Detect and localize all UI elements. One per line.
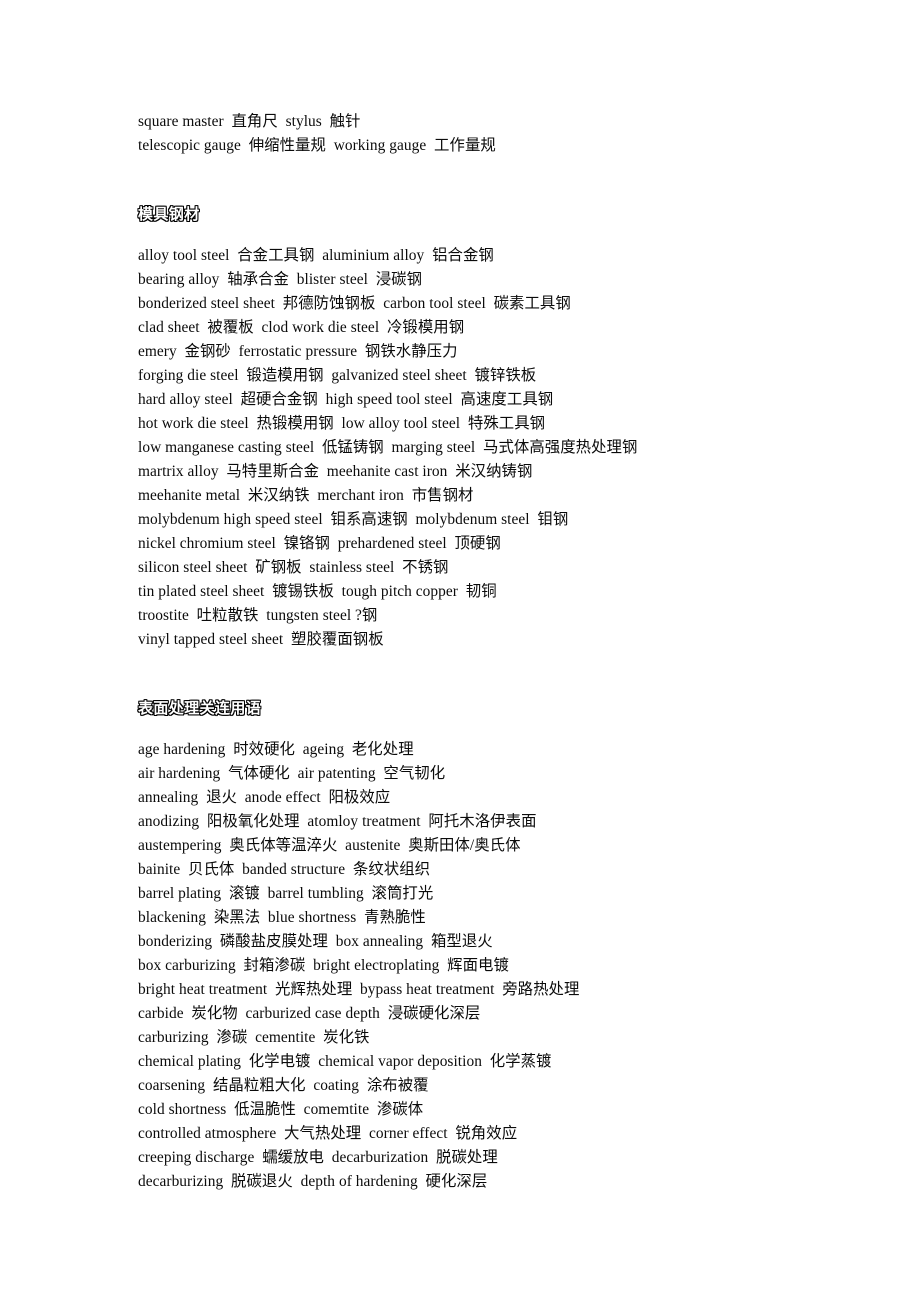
glossary-line: emery 金钢砂 ferrostatic pressure 钢铁水静压力 — [138, 343, 458, 360]
glossary-line: vinyl tapped steel sheet 塑胶覆面钢板 — [138, 631, 384, 648]
document-body: square master 直角尺 stylus 触针 telescopic g… — [137, 110, 838, 1194]
glossary-line: alloy tool steel 合金工具钢 aluminium alloy 铝… — [138, 247, 494, 264]
glossary-line: carburizing 渗碳 cementite 炭化铁 — [138, 1029, 370, 1046]
glossary-line: tin plated steel sheet 镀锡铁板 tough pitch … — [138, 583, 497, 600]
glossary-line: nickel chromium steel 镍铬钢 prehardened st… — [138, 535, 501, 552]
glossary-line: barrel plating 滚镀 barrel tumbling 滚筒打光 — [138, 885, 434, 902]
glossary-line: martrix alloy 马特里斯合金 meehanite cast iron… — [138, 463, 533, 480]
glossary-line: carbide 炭化物 carburized case depth 浸碳硬化深层 — [138, 1005, 481, 1022]
glossary-line: austempering 奥氏体等温淬火 austenite 奥斯田体/奥氏体 — [138, 837, 521, 854]
section-heading-surface-treatment: 表面处理关连用语 — [137, 698, 262, 717]
glossary-line: controlled atmosphere 大气热处理 corner effec… — [138, 1125, 518, 1142]
section-surface-treatment: 表面处理关连用语 age hardening 时效硬化 ageing 老化处理 … — [137, 652, 838, 1194]
glossary-line: box carburizing 封箱渗碳 bright electroplati… — [138, 957, 509, 974]
glossary-line: bearing alloy 轴承合金 blister steel 浸碳钢 — [138, 271, 423, 288]
glossary-line: bonderizing 磷酸盐皮膜处理 box annealing 箱型退火 — [138, 933, 493, 950]
glossary-line: anodizing 阳极氧化处理 atomloy treatment 阿托木洛伊… — [138, 813, 537, 830]
entry-block-surface-treatment: age hardening 时效硬化 ageing 老化处理 air harde… — [138, 738, 838, 1194]
section-mold-steel: 模具钢材 alloy tool steel 合金工具钢 aluminium al… — [137, 158, 838, 652]
glossary-line: telescopic gauge 伸缩性量规 working gauge 工作量… — [138, 137, 496, 154]
glossary-line: bright heat treatment 光辉热处理 bypass heat … — [138, 981, 580, 998]
glossary-line: air hardening 气体硬化 air patenting 空气韧化 — [138, 765, 446, 782]
entry-block-mold-steel: alloy tool steel 合金工具钢 aluminium alloy 铝… — [138, 244, 838, 652]
glossary-line: meehanite metal 米汉纳铁 merchant iron 市售钢材 — [138, 487, 474, 504]
glossary-line: hot work die steel 热锻模用钢 low alloy tool … — [138, 415, 546, 432]
glossary-line: silicon steel sheet 矿钢板 stainless steel … — [138, 559, 449, 576]
glossary-line: hard alloy steel 超硬合金钢 high speed tool s… — [138, 391, 554, 408]
glossary-line: decarburizing 脱碳退火 depth of hardening 硬化… — [138, 1173, 488, 1190]
glossary-line: forging die steel 锻造模用钢 galvanized steel… — [138, 367, 537, 384]
glossary-line: age hardening 时效硬化 ageing 老化处理 — [138, 741, 414, 758]
glossary-line: molybdenum high speed steel 钼系高速钢 molybd… — [138, 511, 569, 528]
glossary-line: troostite 吐粒散铁 tungsten steel ?钢 — [138, 607, 378, 624]
glossary-line: bonderized steel sheet 邦德防蚀钢板 carbon too… — [138, 295, 571, 312]
glossary-line: blackening 染黑法 blue shortness 青熟脆性 — [138, 909, 426, 926]
document-page: square master 直角尺 stylus 触针 telescopic g… — [0, 0, 920, 1302]
glossary-line: cold shortness 低温脆性 comemtite 渗碳体 — [138, 1101, 424, 1118]
intro-entry-block: square master 直角尺 stylus 触针 telescopic g… — [138, 110, 838, 158]
glossary-line: low manganese casting steel 低锰铸钢 marging… — [138, 439, 638, 456]
glossary-line: chemical plating 化学电镀 chemical vapor dep… — [138, 1053, 552, 1070]
section-heading-mold-steel: 模具钢材 — [137, 204, 200, 223]
glossary-line: bainite 贝氏体 banded structure 条纹状组织 — [138, 861, 431, 878]
glossary-line: square master 直角尺 stylus 触针 — [138, 113, 361, 130]
glossary-line: clad sheet 被覆板 clod work die steel 冷锻模用钢 — [138, 319, 465, 336]
glossary-line: coarsening 结晶粒粗大化 coating 涂布被覆 — [138, 1077, 429, 1094]
glossary-line: annealing 退火 anode effect 阳极效应 — [138, 789, 391, 806]
glossary-line: creeping discharge 蠕缓放电 decarburization … — [138, 1149, 498, 1166]
